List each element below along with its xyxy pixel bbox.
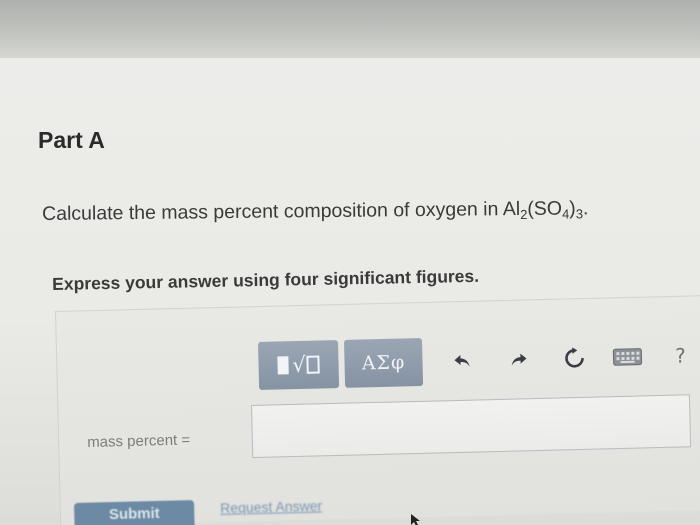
question-prefix: Calculate the mass percent composition o… bbox=[42, 197, 521, 225]
mouse-cursor-icon bbox=[411, 513, 421, 525]
part-title: Part A bbox=[38, 127, 105, 153]
keyboard-icon[interactable] bbox=[610, 343, 645, 372]
templates-button[interactable]: √ bbox=[258, 340, 340, 390]
undo-icon[interactable] bbox=[448, 347, 477, 376]
help-icon[interactable]: ? bbox=[668, 341, 693, 370]
radical-icon: √ bbox=[292, 352, 307, 378]
answer-label: mass percent = bbox=[87, 431, 191, 451]
reset-icon[interactable] bbox=[560, 344, 589, 373]
mass-percent-input[interactable] bbox=[251, 394, 692, 458]
submit-button[interactable]: Submit bbox=[74, 500, 195, 525]
templates-icon bbox=[277, 356, 289, 375]
redo-icon[interactable] bbox=[504, 345, 533, 374]
box-icon bbox=[306, 355, 320, 374]
question-suffix: . bbox=[582, 197, 589, 220]
request-answer-link[interactable]: Request Answer bbox=[220, 498, 322, 516]
symbols-button[interactable]: ΑΣφ bbox=[343, 337, 424, 388]
formula-sulfate: (SO bbox=[527, 197, 563, 220]
browser-top-band bbox=[0, 0, 700, 62]
